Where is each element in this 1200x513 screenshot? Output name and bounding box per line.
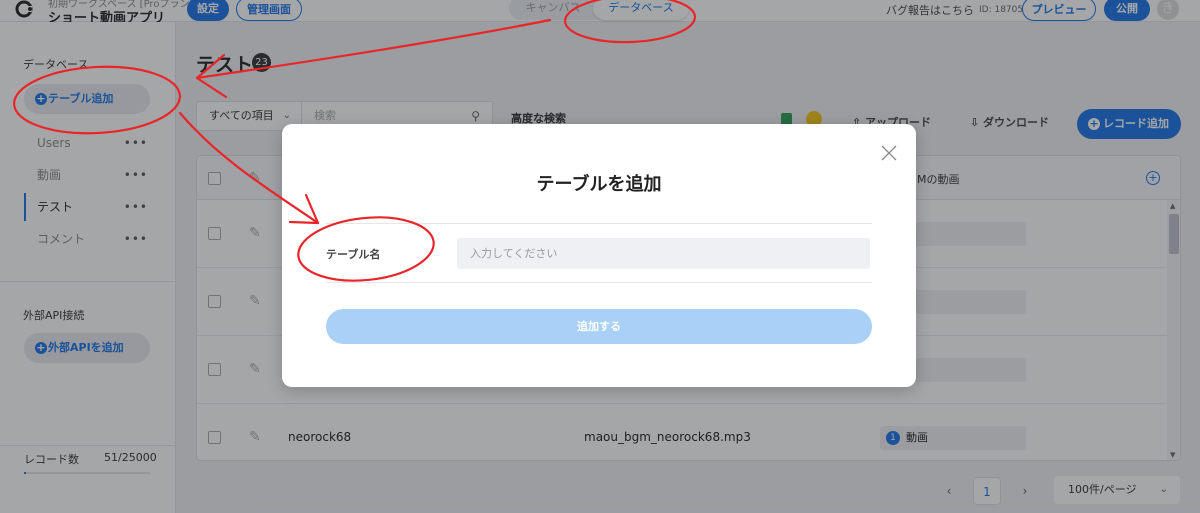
submit-add-table-button[interactable]: 追加する [326,309,872,344]
dialog-title: テーブルを追加 [536,174,662,195]
table-name-label: テーブル名 [326,248,381,261]
table-name-input[interactable] [457,238,870,269]
close-icon[interactable] [880,144,898,162]
divider [326,223,872,224]
add-table-dialog: テーブルを追加 テーブル名 追加する [282,124,916,387]
divider [326,282,872,283]
